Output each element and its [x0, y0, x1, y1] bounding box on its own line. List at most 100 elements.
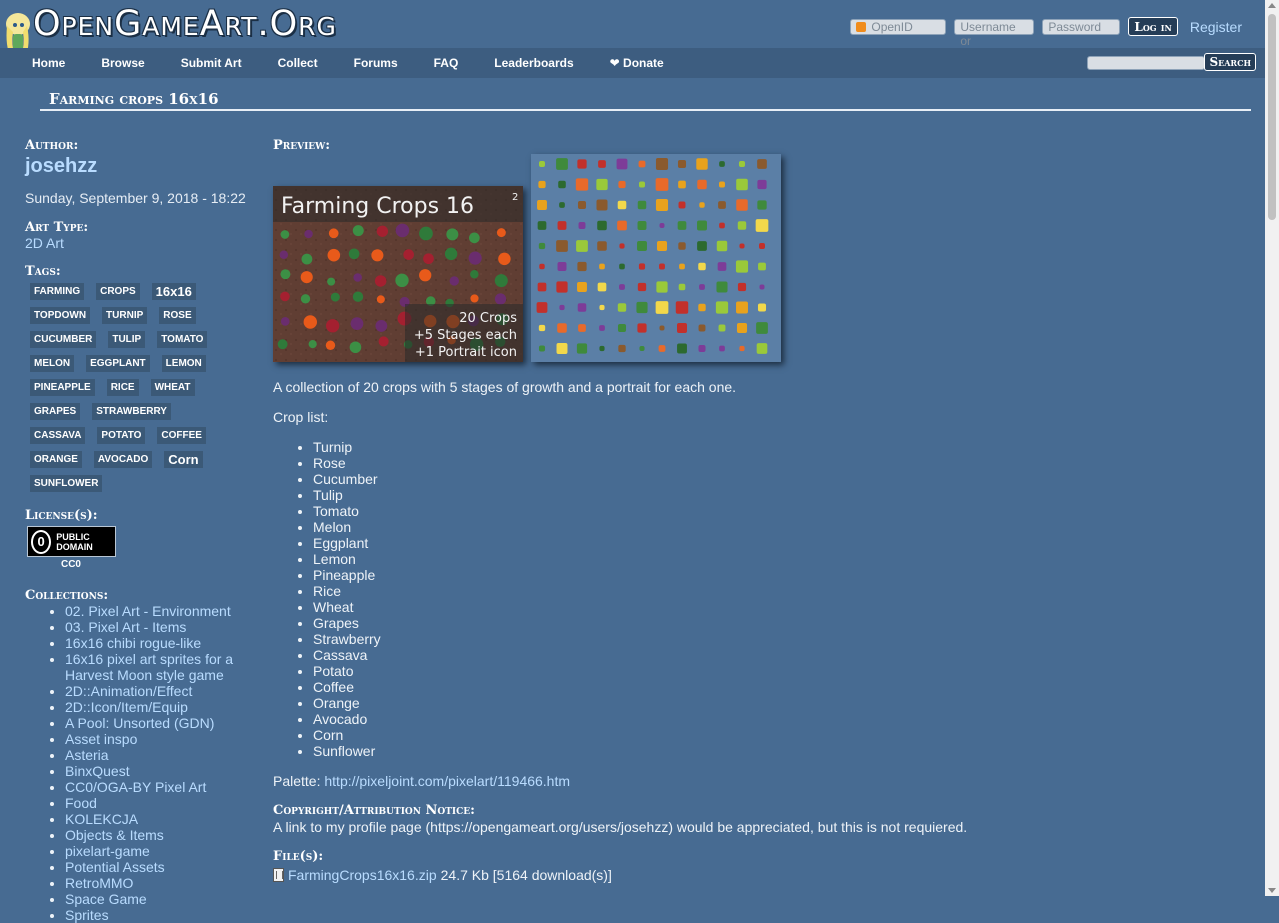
scroll-up-icon[interactable] — [1268, 3, 1276, 8]
openid-field[interactable]: OpenID — [850, 18, 947, 35]
nav-items: Home Browse Submit Art Collect Forums FA… — [14, 48, 682, 78]
password-field[interactable]: Password — [1042, 18, 1121, 35]
collection-link[interactable]: 2D::Icon/Item/Equip — [65, 699, 188, 715]
tag-link[interactable]: strawberry — [92, 403, 171, 420]
spritesheet-sprite — [718, 324, 726, 332]
collection-item: 02. Pixel Art - Environment — [65, 603, 257, 619]
collection-link[interactable]: 02. Pixel Art - Environment — [65, 603, 231, 619]
nav-collect[interactable]: Collect — [260, 48, 336, 78]
username-field[interactable]: Username or — [954, 18, 1035, 48]
spritesheet-sprite — [638, 181, 646, 188]
collection-link[interactable]: KOLEKCJA — [65, 811, 138, 827]
spritesheet-sprite — [577, 261, 587, 272]
collection-link[interactable]: CC0/OGA-BY Pixel Art — [65, 779, 206, 795]
vertical-scrollbar[interactable] — [1265, 0, 1279, 896]
file-info: 24.7 Kb [5164 download(s)] — [440, 867, 612, 883]
sidebar: Author: josehzz Sunday, September 9, 201… — [25, 138, 257, 923]
login-button[interactable]: Log in — [1128, 17, 1178, 36]
spritesheet-sprite — [617, 303, 627, 312]
collection-item: 2D::Icon/Item/Equip — [65, 699, 257, 715]
tag-link[interactable]: coffee — [157, 427, 206, 444]
license-badge[interactable]: 0 PUBLIC DOMAIN — [27, 526, 116, 557]
spritesheet-sprite — [739, 345, 745, 352]
collection-link[interactable]: Asteria — [65, 747, 109, 763]
search-button[interactable]: Search — [1204, 53, 1256, 71]
tag-link[interactable]: pineapple — [30, 379, 95, 396]
collection-link[interactable]: Asset inspo — [65, 731, 137, 747]
crop-list-item: Pineapple — [313, 567, 381, 583]
collection-link[interactable]: BinxQuest — [65, 763, 130, 779]
tag-link[interactable]: tulip — [108, 331, 146, 348]
file-download-link[interactable]: FarmingCrops16x16.zip — [288, 867, 437, 883]
spritesheet-sprite — [619, 243, 625, 249]
spritesheet-sprite — [556, 240, 568, 252]
nav-faq[interactable]: FAQ — [416, 48, 477, 78]
tag-link[interactable]: eggplant — [86, 355, 150, 372]
preview-image-spritesheet[interactable] — [531, 154, 781, 362]
tag-link[interactable]: wheat — [150, 379, 195, 396]
tag-link[interactable]: cucumber — [30, 331, 97, 348]
tag-link[interactable]: melon — [30, 355, 75, 372]
tag-link[interactable]: avocado — [93, 451, 153, 468]
collection-link[interactable]: RetroMMO — [65, 875, 133, 891]
spritesheet-sprite — [739, 243, 745, 249]
tag-link[interactable]: 16x16 — [151, 283, 196, 300]
tag-link[interactable]: orange — [30, 451, 82, 468]
tag-link[interactable]: turnip — [102, 307, 148, 324]
palette-link[interactable]: http://pixeljoint.com/pixelart/119466.ht… — [324, 773, 570, 789]
search-input[interactable] — [1087, 56, 1205, 70]
collection-link[interactable]: Potential Assets — [65, 859, 165, 875]
tag-link[interactable]: Corn — [164, 451, 203, 468]
tag-link[interactable]: grapes — [30, 403, 81, 420]
collections-label: Collections: — [25, 588, 109, 603]
tag-link[interactable]: rice — [106, 379, 139, 396]
collection-link[interactable]: Objects & Items — [65, 827, 164, 843]
collection-link[interactable]: 03. Pixel Art - Items — [65, 619, 186, 635]
tag-link[interactable]: crops — [96, 283, 140, 300]
spritesheet-sprite — [577, 303, 587, 312]
nav-donate[interactable]: ❤ Donate — [592, 48, 682, 78]
preview-plant-sprite — [326, 319, 340, 333]
attribution-label: Copyright/Attribution Notice: — [273, 803, 475, 818]
collection-link[interactable]: 16x16 pixel art sprites for a Harvest Mo… — [65, 651, 233, 683]
art-type-link[interactable]: 2D Art — [25, 235, 64, 251]
register-link[interactable]: Register — [1190, 19, 1242, 35]
spritesheet-sprite — [617, 323, 627, 333]
collection-link[interactable]: pixelart-game — [65, 843, 150, 859]
tag-link[interactable]: potato — [97, 427, 146, 444]
scrollbar-thumb[interactable] — [1268, 14, 1276, 220]
site-title-link[interactable]: OpenGameArt.Org — [33, 4, 337, 44]
preview-image-title[interactable]: Farming Crops 16 2 20 Crops +5 Stages ea… — [273, 186, 523, 362]
preview-plant-sprite — [470, 294, 479, 303]
nav-leaderboards[interactable]: Leaderboards — [476, 48, 591, 78]
collection-link[interactable]: 2D::Animation/Effect — [65, 683, 192, 699]
crop-list-item: Eggplant — [313, 535, 381, 551]
preview-plant-sprite — [350, 317, 364, 330]
tag-link[interactable]: rose — [159, 307, 196, 324]
collection-link[interactable]: Space Game — [65, 891, 147, 907]
nav-home[interactable]: Home — [14, 48, 83, 78]
tag-link[interactable]: lemon — [161, 355, 206, 372]
preview-label: Preview: — [273, 138, 331, 153]
collection-link[interactable]: 16x16 chibi rogue-like — [65, 635, 201, 651]
author-link[interactable]: josehzz — [25, 155, 257, 178]
tag-link[interactable]: topdown — [30, 307, 91, 324]
nav-submit-art[interactable]: Submit Art — [163, 48, 260, 78]
nav-forums[interactable]: Forums — [336, 48, 416, 78]
collection-link[interactable]: Sprites — [65, 907, 109, 923]
preview-plant-sprite — [395, 273, 409, 288]
spritesheet-sprite — [755, 219, 769, 232]
preview-plant-sprite — [376, 225, 389, 237]
scroll-down-icon[interactable] — [1268, 888, 1276, 893]
tag-link[interactable]: cassava — [30, 427, 86, 444]
spritesheet-sprite — [596, 199, 608, 211]
crop-list-item: Turnip — [313, 439, 381, 455]
crop-list-item: Tomato — [313, 503, 381, 519]
spritesheet-sprite — [557, 221, 567, 230]
nav-browse[interactable]: Browse — [83, 48, 162, 78]
tag-link[interactable]: sunflower — [30, 475, 103, 492]
collection-link[interactable]: A Pool: Unsorted (GDN) — [65, 715, 214, 731]
collection-link[interactable]: Food — [65, 795, 97, 811]
tag-link[interactable]: farming — [30, 283, 85, 300]
tag-link[interactable]: tomato — [157, 331, 208, 348]
